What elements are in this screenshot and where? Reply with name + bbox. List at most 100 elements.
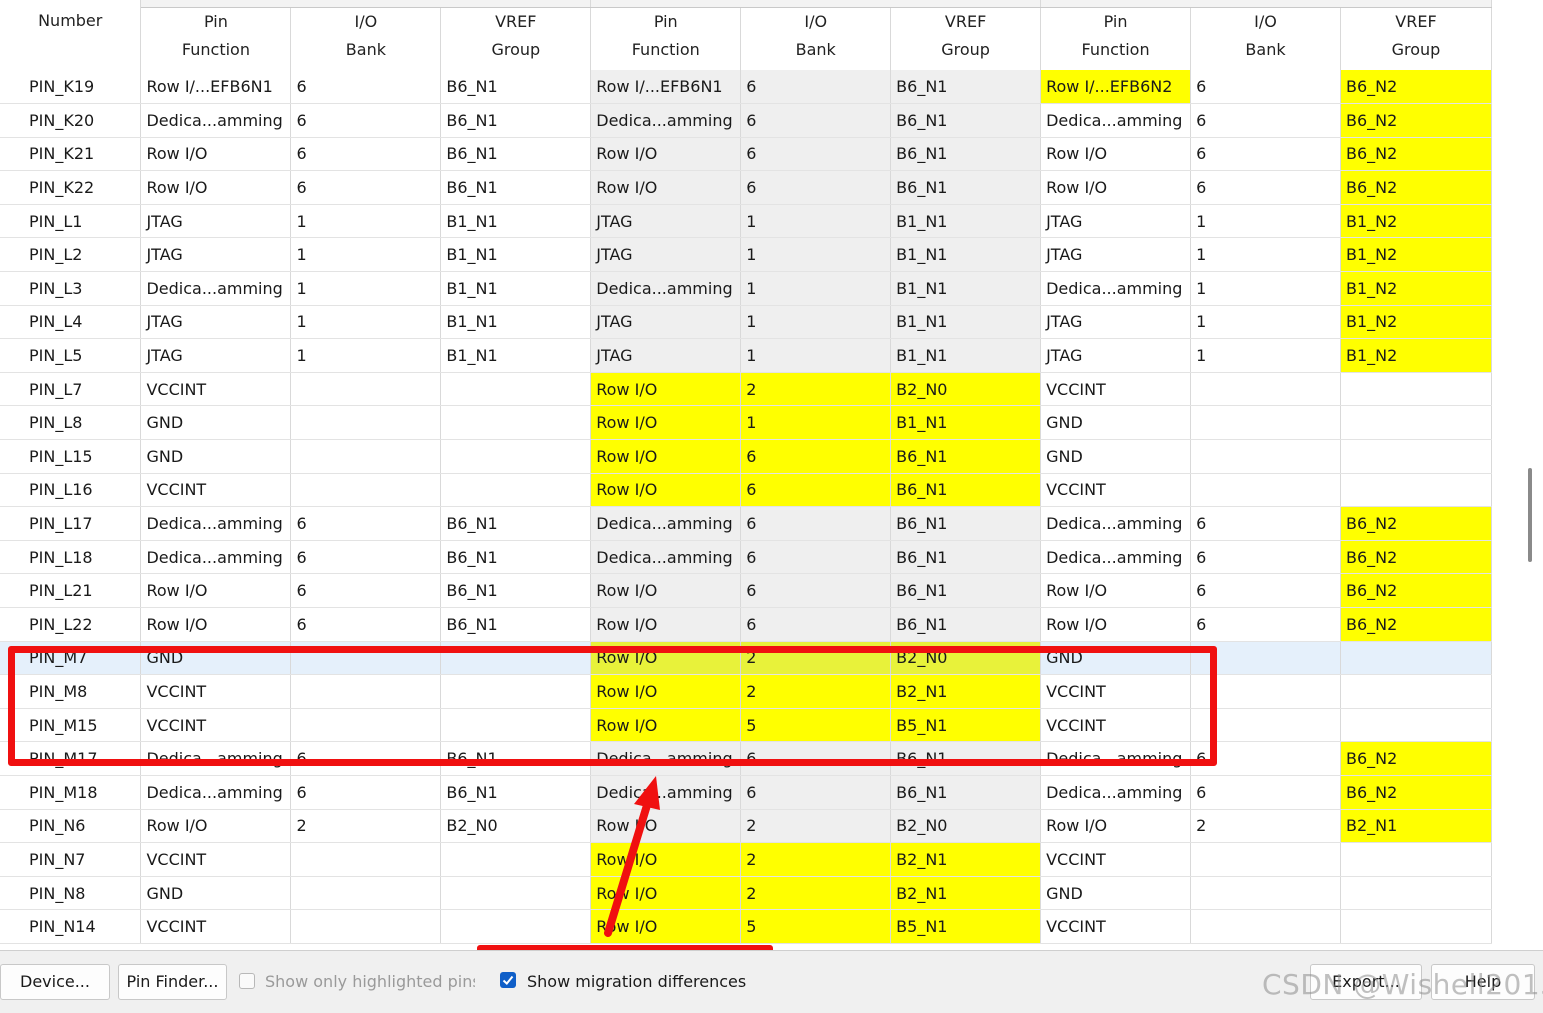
cell-pin-function: Row I/...EFB6N1 <box>590 70 742 105</box>
cell-io-bank: 6 <box>1190 506 1341 541</box>
cell-io-bank: 1 <box>290 305 442 340</box>
cell-vref-group: B6_N2 <box>1340 607 1492 642</box>
pin-finder-button[interactable]: Pin Finder... <box>118 964 227 1000</box>
table-row[interactable]: PIN_L16 VCCINT Row I/O 6 B6_N1 VCCINT <box>0 473 1492 508</box>
column-header-io-bank[interactable]: I/O Bank <box>290 7 442 70</box>
column-header-label: I/O <box>804 11 828 31</box>
cell-pin-function: GND <box>140 439 292 474</box>
cell-pin-number: PIN_L16 <box>0 473 142 508</box>
cell-pin-function: Dedica...amming <box>1040 271 1192 306</box>
table-row[interactable]: PIN_L4 JTAG 1 B1_N1 JTAG 1 B1_N1 JTAG 1 B1_N2 <box>0 305 1492 340</box>
checkmark-icon <box>502 975 514 985</box>
column-header-label: VREF <box>1395 11 1437 31</box>
table-row[interactable]: PIN_N8 GND Row I/O 2 B2_N1 GND <box>0 876 1492 911</box>
cell-vref-group: B1_N1 <box>440 305 592 340</box>
cell-pin-function: Row I/O <box>590 372 742 407</box>
cell-pin-function: Dedica...amming <box>140 271 292 306</box>
cell-vref-group <box>440 405 592 441</box>
table-row[interactable]: PIN_L15 GND Row I/O 6 B6_N1 GND <box>0 439 1492 474</box>
cell-pin-function: JTAG <box>140 237 292 273</box>
cell-io-bank: 5 <box>740 909 892 944</box>
cell-vref-group: B6_N2 <box>1340 103 1492 138</box>
column-header-pin-number[interactable]: Number <box>0 7 142 70</box>
cell-pin-function: Row I/O <box>590 573 742 608</box>
cell-pin-function: Dedica...amming <box>1040 506 1192 541</box>
cell-pin-function: Row I/O <box>590 405 742 441</box>
cell-io-bank: 6 <box>1190 573 1341 608</box>
cell-io-bank: 6 <box>290 506 442 541</box>
cell-io-bank: 1 <box>1190 204 1341 239</box>
column-header-io-bank[interactable]: I/O Bank <box>740 7 892 70</box>
show-only-highlighted-checkbox[interactable] <box>239 973 255 989</box>
cell-vref-group: B6_N2 <box>1340 573 1492 608</box>
column-header-vref-group[interactable]: VREF Group <box>1340 7 1492 70</box>
cell-pin-function: Dedica...amming <box>1040 775 1192 810</box>
cell-vref-group: B6_N1 <box>890 439 1042 474</box>
cell-pin-function: JTAG <box>590 338 742 373</box>
cell-io-bank <box>290 439 442 474</box>
cell-vref-group: B1_N1 <box>440 271 592 306</box>
column-header-label: Group <box>941 39 990 59</box>
table-row[interactable]: PIN_L18 Dedica...amming 6 B6_N1 Dedica...amm… <box>0 540 1492 575</box>
table-row[interactable]: PIN_M18 Dedica...amming 6 B6_N1 Dedica...amm… <box>0 775 1492 810</box>
show-migration-differences-checkbox[interactable] <box>500 972 516 988</box>
device-group-header-2 <box>590 0 1042 8</box>
pin-migration-table-area: Number Pin Function I/O Bank VREF Group Pin Fun… <box>0 0 1492 950</box>
column-header-label: Number <box>38 11 103 30</box>
cell-vref-group <box>440 473 592 508</box>
table-row[interactable]: PIN_L8 GND Row I/O 1 B1_N1 GND <box>0 405 1492 441</box>
cell-vref-group: B2_N1 <box>890 842 1042 877</box>
table-row[interactable]: PIN_N6 Row I/O 2 B2_N0 Row I/O 2 B2_N0 Row I/O 2… <box>0 809 1492 844</box>
column-header-vref-group[interactable]: VREF Group <box>890 7 1042 70</box>
table-row[interactable]: PIN_L2 JTAG 1 B1_N1 JTAG 1 B1_N1 JTAG 1 B1_N2 <box>0 237 1492 273</box>
cell-io-bank: 6 <box>740 540 892 575</box>
cell-io-bank: 2 <box>1190 809 1341 844</box>
cell-vref-group: B6_N1 <box>890 473 1042 508</box>
cell-io-bank: 6 <box>740 137 892 172</box>
cell-vref-group: B1_N1 <box>890 338 1042 373</box>
column-header-label: Bank <box>345 39 386 59</box>
cell-pin-function: Dedica...amming <box>590 506 742 541</box>
cell-io-bank: 2 <box>740 842 892 877</box>
column-header-pin-function[interactable]: Pin Function <box>140 7 292 70</box>
cell-vref-group: B1_N1 <box>890 405 1042 441</box>
table-row[interactable]: PIN_L22 Row I/O 6 B6_N1 Row I/O 6 B6_N1 Row I/O… <box>0 607 1492 642</box>
table-row[interactable]: PIN_N14 VCCINT Row I/O 5 B5_N1 VCCINT <box>0 909 1492 944</box>
table-row[interactable]: PIN_K21 Row I/O 6 B6_N1 Row I/O 6 B6_N1 Row I/O… <box>0 137 1492 172</box>
column-header-io-bank[interactable]: I/O Bank <box>1190 7 1341 70</box>
table-row[interactable]: PIN_K20 Dedica...amming 6 B6_N1 Dedica...amm… <box>0 103 1492 138</box>
table-row[interactable]: PIN_L7 VCCINT Row I/O 2 B2_N0 VCCINT <box>0 372 1492 407</box>
column-header-label: Function <box>181 39 250 59</box>
table-row[interactable]: PIN_L3 Dedica...amming 1 B1_N1 Dedica...ammi… <box>0 271 1492 306</box>
column-header-vref-group[interactable]: VREF Group <box>440 7 592 70</box>
cell-io-bank: 2 <box>740 876 892 911</box>
cell-vref-group: B6_N1 <box>440 137 592 172</box>
cell-io-bank: 1 <box>740 405 892 441</box>
cell-vref-group: B6_N1 <box>440 573 592 608</box>
cell-vref-group: B6_N2 <box>1340 506 1492 541</box>
vertical-scrollbar[interactable] <box>1528 468 1532 562</box>
cell-pin-function: JTAG <box>1040 338 1192 373</box>
cell-io-bank: 1 <box>740 338 892 373</box>
cell-vref-group: B6_N2 <box>1340 741 1492 776</box>
header-spacer <box>0 0 142 7</box>
table-row[interactable]: PIN_L21 Row I/O 6 B6_N1 Row I/O 6 B6_N1 Row I/O… <box>0 573 1492 608</box>
table-row[interactable]: PIN_L1 JTAG 1 B1_N1 JTAG 1 B1_N1 JTAG 1 B1_N2 <box>0 204 1492 239</box>
cell-vref-group <box>1340 876 1492 911</box>
table-row[interactable]: PIN_K22 Row I/O 6 B6_N1 Row I/O 6 B6_N1 Row I/O… <box>0 170 1492 205</box>
device-button[interactable]: Device... <box>0 964 110 1000</box>
cell-pin-function: GND <box>1040 405 1192 441</box>
table-row[interactable]: PIN_N7 VCCINT Row I/O 2 B2_N1 VCCINT <box>0 842 1492 877</box>
cell-io-bank: 1 <box>740 204 892 239</box>
table-row[interactable]: PIN_K19 Row I/...EFB6N1 6 B6_N1 Row I/...EFB… <box>0 70 1492 105</box>
cell-vref-group: B1_N2 <box>1340 204 1492 239</box>
cell-vref-group: B6_N1 <box>440 607 592 642</box>
cell-vref-group: B1_N1 <box>890 204 1042 239</box>
table-row[interactable]: PIN_L5 JTAG 1 B1_N1 JTAG 1 B1_N1 JTAG 1 B1_N2 <box>0 338 1492 373</box>
table-row[interactable]: PIN_L17 Dedica...amming 6 B6_N1 Dedica...amm… <box>0 506 1492 541</box>
column-header-pin-function[interactable]: Pin Function <box>1040 7 1192 70</box>
column-header-label: Pin <box>653 11 678 31</box>
cell-pin-number: PIN_N7 <box>0 842 142 877</box>
column-header-pin-function[interactable]: Pin Function <box>590 7 742 70</box>
cell-vref-group <box>1340 708 1492 743</box>
